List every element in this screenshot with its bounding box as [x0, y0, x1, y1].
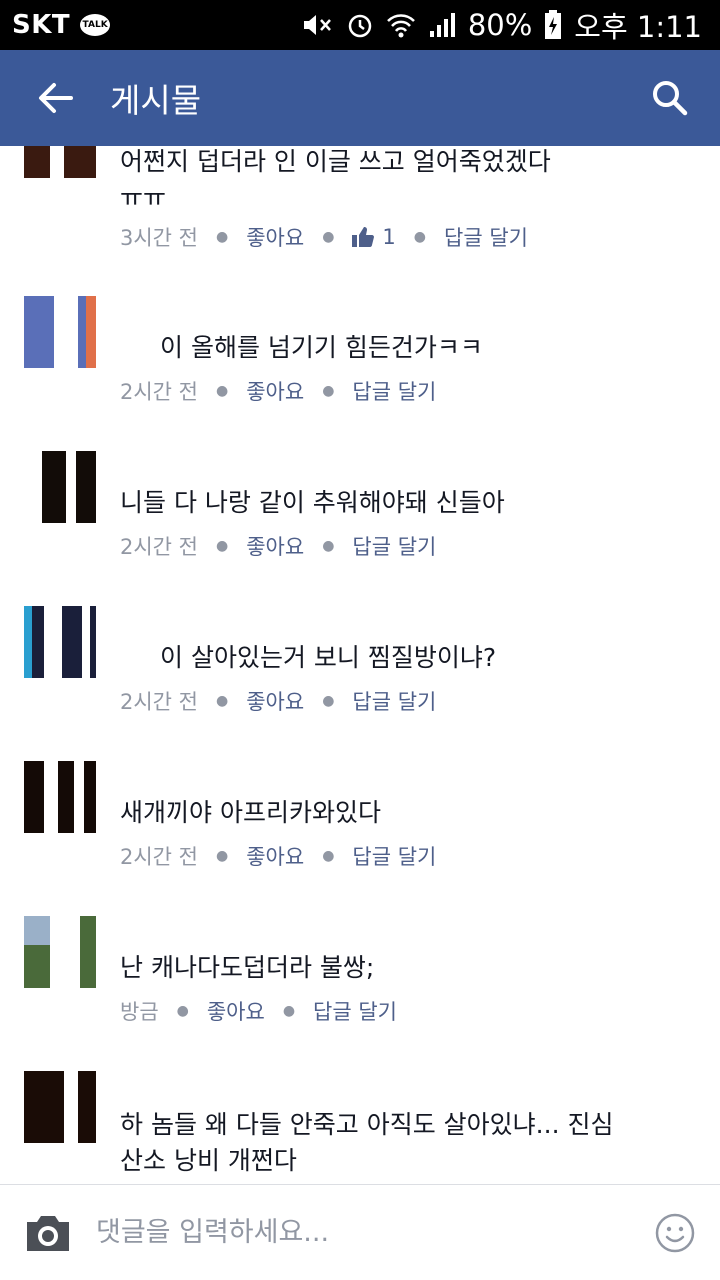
battery-percent: 80% — [467, 8, 533, 42]
comment-meta: 방금 ● 좋아요 ● 답글 달기 — [120, 996, 397, 1026]
battery-charging-icon — [544, 10, 562, 40]
like-button[interactable]: 좋아요 — [246, 686, 304, 716]
like-button[interactable]: 좋아요 — [246, 222, 304, 252]
wifi-icon — [386, 11, 416, 39]
comment-meta: 2시간 전 ● 좋아요 ● 답글 달기 — [120, 686, 436, 716]
reply-button[interactable]: 답글 달기 — [352, 841, 436, 871]
back-button[interactable] — [0, 50, 110, 146]
like-button[interactable]: 좋아요 — [246, 376, 304, 406]
comment-text: 이 살아있는거 보니 찜질방이냐? — [160, 643, 497, 672]
like-count[interactable]: 1 — [352, 225, 396, 249]
comment-time: 방금 — [120, 1000, 159, 1024]
reply-button[interactable]: 답글 달기 — [444, 222, 528, 252]
search-button[interactable] — [620, 50, 720, 146]
avatar[interactable] — [24, 296, 96, 368]
comment-input[interactable] — [96, 1202, 630, 1263]
page-title: 게시물 — [110, 81, 202, 120]
comment-text: 니들 다 나랑 같이 추워해야돼 신들아 — [120, 488, 505, 517]
reply-button[interactable]: 답글 달기 — [352, 531, 436, 561]
back-arrow-icon — [39, 83, 73, 113]
comment-time: 2시간 전 — [120, 845, 198, 869]
avatar[interactable] — [24, 606, 96, 678]
camera-button[interactable] — [0, 1185, 96, 1280]
reply-button[interactable]: 답글 달기 — [352, 686, 436, 716]
clock: 오후 1:11 — [574, 10, 702, 44]
comment-text: 이 올해를 넘기기 힘든건가ㅋㅋ — [160, 333, 483, 362]
comment-list: 어쩐지 덥더라 인 이글 쓰고 얼어죽었겠다 ㅠㅠ 3시간 전 ● 좋아요 ● … — [0, 146, 720, 1184]
comment-text: 난 캐나다도덥더라 불쌍; — [120, 953, 375, 982]
comment-time: 2시간 전 — [120, 690, 198, 714]
thumbs-up-icon — [352, 227, 375, 247]
avatar[interactable] — [24, 1071, 96, 1143]
avatar[interactable] — [24, 451, 96, 523]
comment-time: 2시간 전 — [120, 535, 198, 559]
avatar[interactable] — [24, 916, 96, 988]
mute-icon — [300, 11, 334, 39]
search-icon — [653, 81, 688, 116]
emoji-icon — [655, 1213, 695, 1252]
reply-button[interactable]: 답글 달기 — [352, 376, 436, 406]
comment-meta: 2시간 전 ● 좋아요 ● 답글 달기 — [120, 376, 436, 406]
avatar[interactable] — [24, 761, 96, 833]
comment-text: 어쩐지 덥더라 인 이글 쓰고 얼어죽었겠다 ㅠㅠ — [120, 147, 551, 212]
signal-icon — [428, 11, 456, 39]
comment-meta: 2시간 전 ● 좋아요 ● 답글 달기 — [120, 531, 436, 561]
carrier-label: SKT — [12, 10, 71, 40]
camera-icon — [27, 1215, 69, 1251]
alarm-icon — [346, 11, 374, 39]
like-button[interactable]: 좋아요 — [207, 996, 265, 1026]
like-button[interactable]: 좋아요 — [246, 531, 304, 561]
comment-compose-bar — [0, 1184, 720, 1280]
emoji-button[interactable] — [630, 1185, 720, 1280]
top-toolbar: 게시물 — [0, 50, 720, 146]
comment-text: 새개끼야 아프리카와있다 — [120, 798, 381, 827]
comment-time: 3시간 전 — [120, 226, 198, 250]
status-bar: SKT TALK 80% 오후 1:11 — [0, 0, 720, 50]
comment-meta: 2시간 전 ● 좋아요 ● 답글 달기 — [120, 841, 436, 871]
avatar[interactable] — [24, 146, 96, 178]
reply-button[interactable]: 답글 달기 — [313, 996, 397, 1026]
kakaotalk-icon: TALK — [80, 14, 111, 36]
like-button[interactable]: 좋아요 — [246, 841, 304, 871]
comment-meta: 3시간 전 ● 좋아요 ● 1 ● 답글 달기 — [120, 222, 528, 252]
comment-text: 하 놈들 왜 다들 안죽고 아직도 살아있냐... 진심 산소 낭비 개쩐다 — [120, 1110, 614, 1175]
comment-time: 2시간 전 — [120, 380, 198, 404]
